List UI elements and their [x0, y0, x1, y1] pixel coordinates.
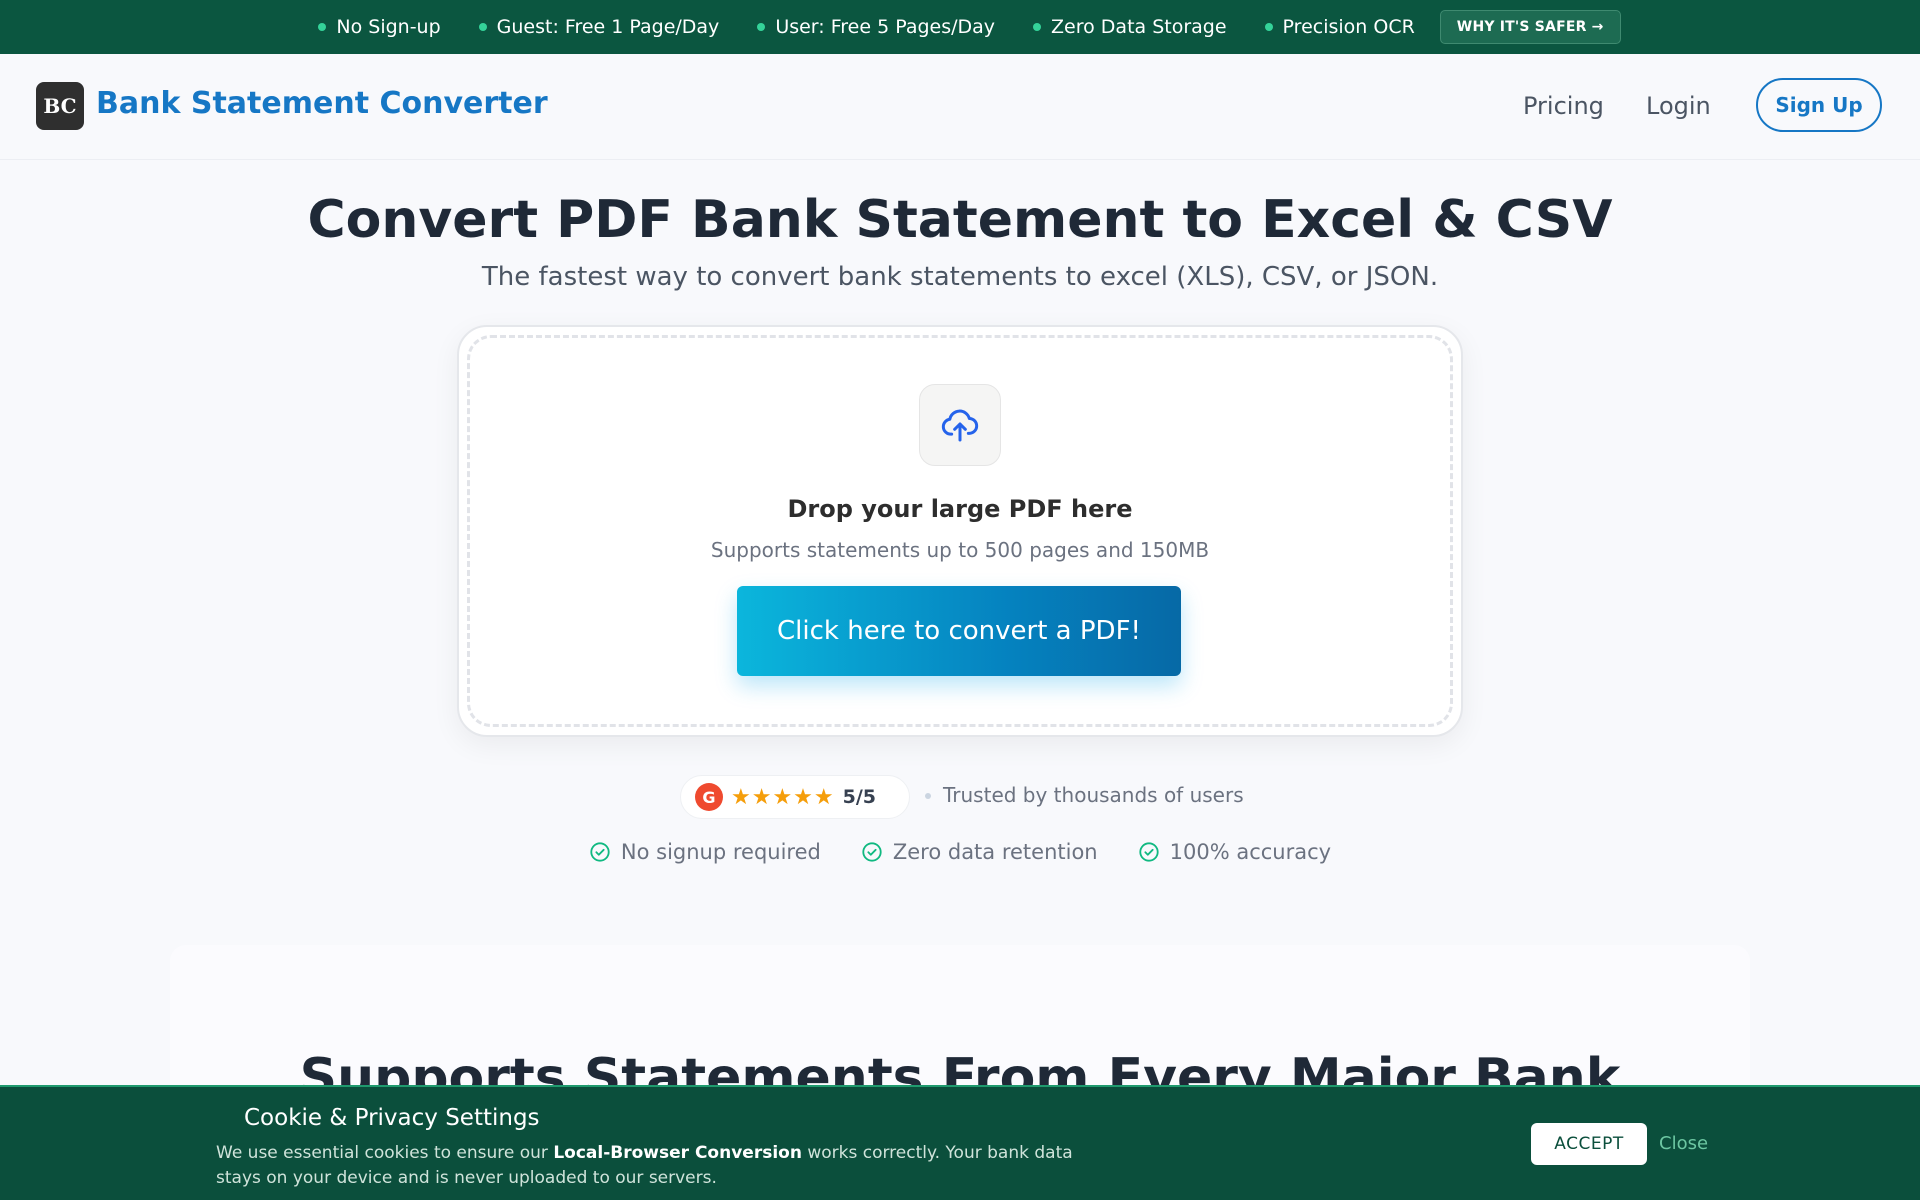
nav-pricing-link[interactable]: Pricing	[1523, 92, 1604, 120]
topbar-feature-label: User: Free 5 Pages/Day	[775, 16, 996, 38]
g2-logo-icon: G	[695, 783, 723, 811]
rating-score: 5/5	[842, 786, 877, 808]
bullet-dot-icon	[757, 23, 766, 31]
close-cookie-link[interactable]: Close	[1659, 1133, 1708, 1154]
topbar-feature: No Sign-up	[318, 16, 441, 38]
cookie-banner: Cookie & Privacy Settings We use essenti…	[0, 1085, 1920, 1200]
check-item: Zero data retention	[861, 840, 1098, 864]
check-circle-icon	[1139, 842, 1159, 862]
page-subtitle: The fastest way to convert bank statemen…	[481, 262, 1439, 292]
bullet-dot-icon	[318, 23, 327, 31]
cookie-text-start: We use essential cookies to ensure our	[216, 1143, 554, 1163]
bullet-dot-icon	[1264, 23, 1273, 31]
cookie-title: Cookie & Privacy Settings	[244, 1105, 540, 1131]
page-title: Convert PDF Bank Statement to Excel & CS…	[307, 190, 1613, 250]
rating-badge: G ★★★★★ 5/5	[680, 775, 910, 819]
topbar-feature: Zero Data Storage	[1033, 16, 1227, 38]
topbar-feature: User: Free 5 Pages/Day	[757, 16, 995, 38]
check-item-label: No signup required	[620, 840, 821, 864]
trusted-text: Trusted by thousands of users	[943, 783, 1244, 807]
check-circle-icon	[590, 842, 610, 862]
cookie-text-bold: Local-Browser Conversion	[553, 1143, 802, 1163]
accept-cookies-button[interactable]: ACCEPT	[1531, 1123, 1647, 1165]
upload-dropzone[interactable]: Drop your large PDF here Supports statem…	[457, 325, 1463, 737]
brand-name[interactable]: Bank Statement Converter	[96, 86, 548, 121]
dropzone-title: Drop your large PDF here	[787, 495, 1133, 523]
site-header: BC Bank Statement Converter Pricing Logi…	[0, 54, 1920, 160]
feature-checklist: No signup required Zero data retention 1…	[0, 840, 1920, 864]
logo-icon[interactable]: BC	[36, 82, 84, 130]
topbar-feature: Guest: Free 1 Page/Day	[478, 16, 720, 38]
topbar-feature-label: Zero Data Storage	[1051, 16, 1227, 38]
topbar-feature-label: Guest: Free 1 Page/Day	[496, 16, 720, 38]
separator-dot	[925, 793, 931, 799]
convert-pdf-button[interactable]: Click here to convert a PDF!	[737, 586, 1181, 676]
signup-button[interactable]: Sign Up	[1756, 78, 1882, 132]
bullet-dot-icon	[1033, 23, 1042, 31]
why-safer-button[interactable]: WHY IT'S SAFER →	[1439, 10, 1621, 44]
check-item: 100% accuracy	[1138, 840, 1331, 864]
topbar-feature-label: No Sign-up	[336, 16, 441, 38]
check-item: No signup required	[589, 840, 821, 864]
cookie-text: We use essential cookies to ensure our L…	[216, 1141, 1076, 1191]
dropzone-subtitle: Supports statements up to 500 pages and …	[710, 538, 1210, 562]
check-circle-icon	[862, 842, 882, 862]
topbar-feature: Precision OCR	[1264, 16, 1415, 38]
star-rating-icon: ★★★★★	[731, 784, 835, 810]
check-item-label: 100% accuracy	[1169, 840, 1332, 864]
announcement-bar: No Sign-up Guest: Free 1 Page/Day User: …	[0, 0, 1920, 54]
bullet-dot-icon	[478, 23, 487, 31]
topbar-feature-label: Precision OCR	[1282, 16, 1415, 38]
nav-login-link[interactable]: Login	[1646, 92, 1711, 120]
cloud-upload-icon	[919, 384, 1001, 466]
check-item-label: Zero data retention	[892, 840, 1098, 864]
